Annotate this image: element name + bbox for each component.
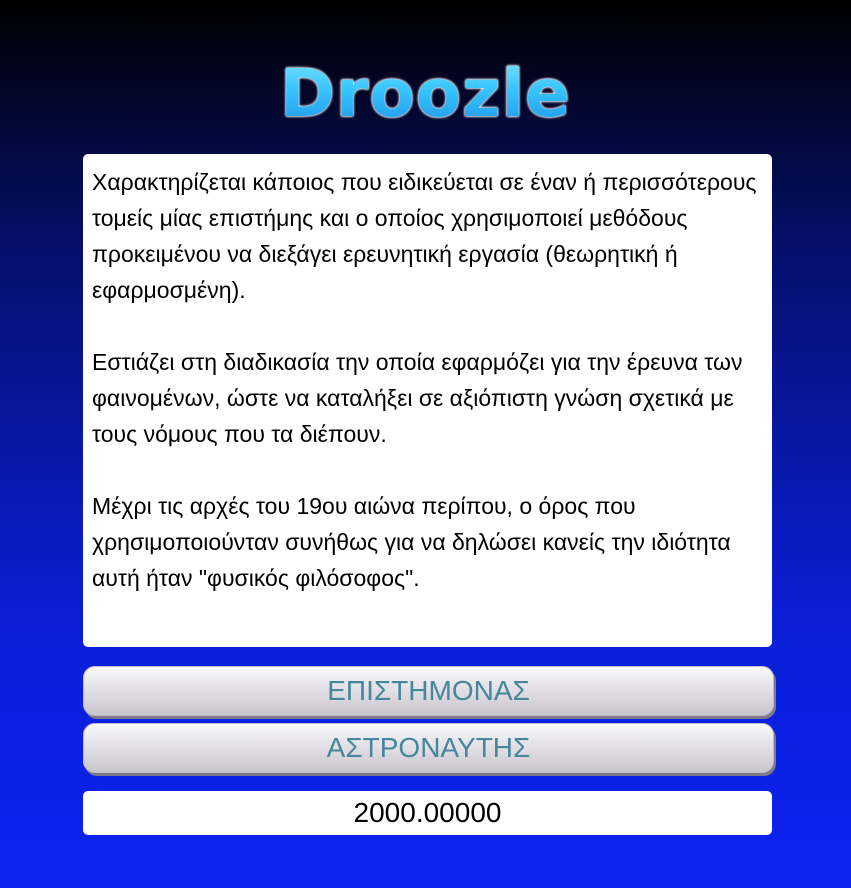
answer-button-1[interactable]: ΕΠΙΣΤΗΜΟΝΑΣ	[83, 666, 774, 716]
score-display: 2000.00000	[83, 791, 772, 835]
clue-paragraph-3: Μέχρι τις αρχές του 19ου αιώνα περίπου, …	[92, 493, 731, 591]
answer-button-2[interactable]: ΑΣΤΡΟΝΑΥΤΗΣ	[83, 723, 774, 773]
clue-text-box: Χαρακτηρίζεται κάποιος που ειδικεύεται σ…	[83, 154, 772, 647]
game-logo: Droozle	[0, 54, 851, 134]
clue-paragraph-2: Εστιάζει στη διαδικασία την οποία εφαρμό…	[92, 349, 743, 447]
clue-paragraph-1: Χαρακτηρίζεται κάποιος που ειδικεύεται σ…	[92, 169, 757, 303]
